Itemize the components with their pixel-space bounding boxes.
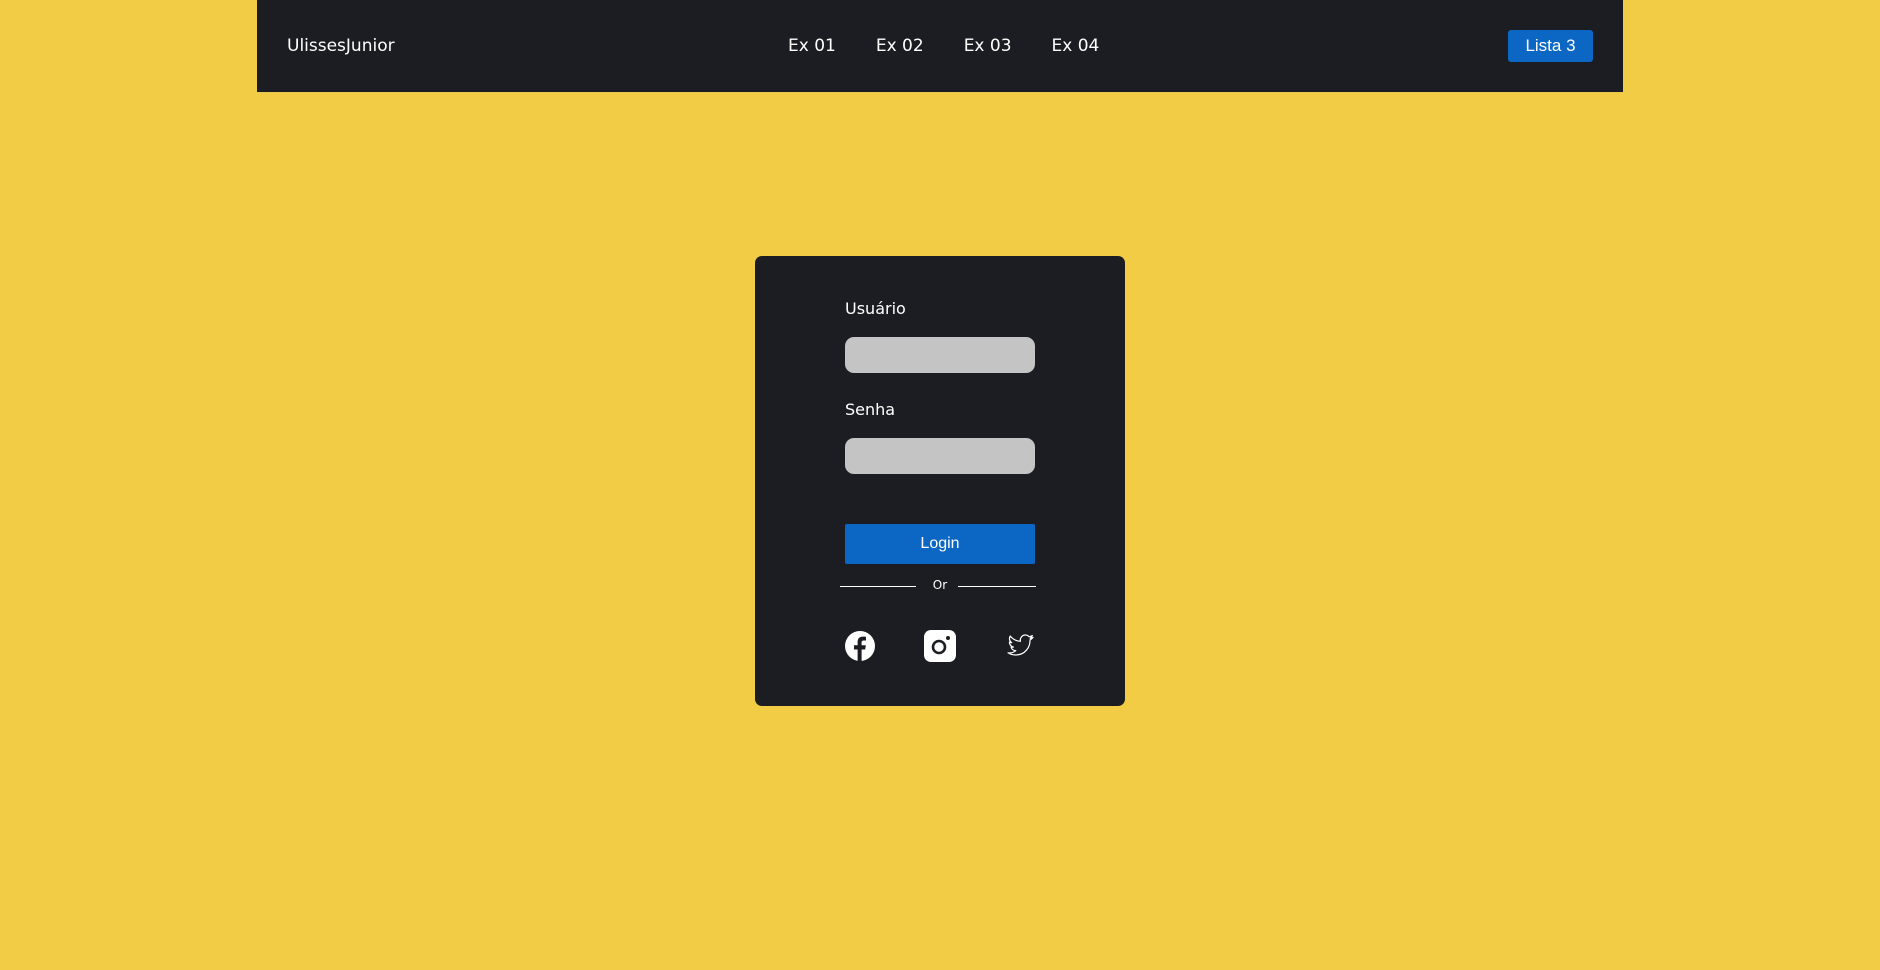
nav-link-ex-03[interactable]: Ex 03 (964, 36, 1012, 56)
instagram-icon[interactable] (924, 630, 956, 662)
nav-links: Ex 01 Ex 02 Ex 03 Ex 04 (788, 0, 1099, 92)
divider-text: Or (932, 578, 948, 592)
divider-line-left (840, 586, 916, 587)
username-label: Usuário (845, 299, 906, 318)
username-input[interactable] (845, 337, 1035, 373)
twitter-icon[interactable] (1004, 630, 1036, 662)
lista-3-button[interactable]: Lista 3 (1508, 30, 1593, 62)
divider-line-right (958, 586, 1036, 587)
password-label: Senha (845, 400, 896, 419)
top-navbar: UlissesJunior Ex 01 Ex 02 Ex 03 Ex 04 Li… (257, 0, 1623, 93)
brand-logo[interactable]: UlissesJunior (287, 0, 395, 92)
password-input[interactable] (845, 438, 1035, 474)
nav-link-ex-02[interactable]: Ex 02 (876, 36, 924, 56)
nav-link-ex-04[interactable]: Ex 04 (1052, 36, 1100, 56)
facebook-icon[interactable] (844, 630, 876, 662)
nav-link-ex-01[interactable]: Ex 01 (788, 36, 836, 56)
login-card: Usuário Senha Login Or (755, 256, 1125, 706)
login-button[interactable]: Login (845, 524, 1035, 564)
